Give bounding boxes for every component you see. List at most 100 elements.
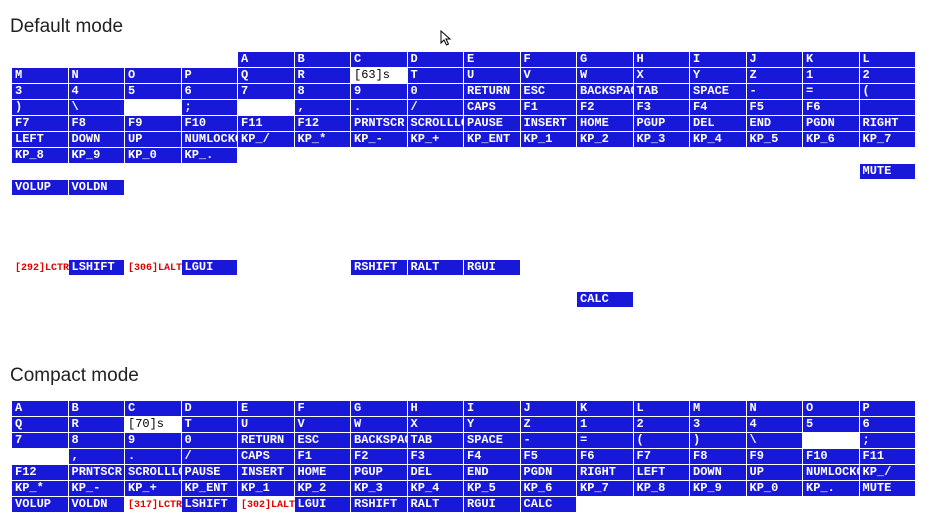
- keymap-cell: W: [351, 417, 408, 432]
- keymap-cell: B: [69, 401, 126, 416]
- keymap-cell: [408, 228, 465, 243]
- keymap-cell: [521, 276, 578, 291]
- keymap-cell: [238, 100, 295, 115]
- keymap-cell: 9: [351, 84, 408, 99]
- keymap-cell: [69, 292, 126, 307]
- keymap-cell: INSERT: [521, 116, 578, 131]
- keymap-cell: F5: [521, 449, 578, 464]
- keymap-cell: /: [182, 449, 239, 464]
- keymap-cell: DOWN: [690, 465, 747, 480]
- keymap-cell: [70]s: [125, 417, 182, 432]
- keymap-cell: [295, 228, 352, 243]
- keymap-cell: [238, 276, 295, 291]
- keymap-cell: CALC: [521, 497, 578, 512]
- keymap-cell: KP_ENT: [464, 132, 521, 147]
- keymap-cell: Y: [690, 68, 747, 83]
- keymap-cell: \: [69, 100, 126, 115]
- keymap-cell: [182, 196, 239, 211]
- keymap-cell: [464, 180, 521, 195]
- keymap-cell: VOLUP: [12, 180, 69, 195]
- keymap-cell: [521, 292, 578, 307]
- keymap-cell: O: [125, 68, 182, 83]
- keymap-cell: C: [351, 52, 408, 67]
- keymap-cell: 7: [238, 84, 295, 99]
- keymap-cell: KP_8: [12, 148, 69, 163]
- keymap-cell: N: [69, 68, 126, 83]
- keymap-cell: [464, 292, 521, 307]
- keymap-cell: MUTE: [860, 164, 917, 179]
- keymap-cell: KP_4: [690, 132, 747, 147]
- keymap-cell: D: [408, 52, 465, 67]
- default-mode-heading: Default mode: [10, 16, 925, 38]
- keymap-cell: KP_/: [860, 465, 917, 480]
- keymap-cell: [125, 52, 182, 67]
- keymap-cell: [690, 244, 747, 259]
- keymap-cell: K: [803, 52, 860, 67]
- keymap-cell: F6: [803, 100, 860, 115]
- keymap-cell: [521, 180, 578, 195]
- keymap-cell: SPACE: [464, 433, 521, 448]
- keymap-cell: L: [860, 52, 917, 67]
- keymap-cell: V: [295, 417, 352, 432]
- keymap-cell: N: [747, 401, 804, 416]
- keymap-cell: [634, 212, 691, 227]
- keymap-cell: =: [803, 84, 860, 99]
- keymap-cell: [295, 212, 352, 227]
- keymap-cell: F3: [634, 100, 691, 115]
- keymap-cell: NUMLOCKC: [182, 132, 239, 147]
- keymap-cell: [182, 244, 239, 259]
- keymap-cell: F1: [295, 449, 352, 464]
- keymap-cell: [408, 164, 465, 179]
- keymap-cell: NUMLOCKC: [803, 465, 860, 480]
- keymap-cell: LGUI: [295, 497, 352, 512]
- keymap-cell: 2: [860, 68, 917, 83]
- keymap-cell: [182, 212, 239, 227]
- keymap-cell: R: [69, 417, 126, 432]
- keymap-cell: KP_1: [238, 481, 295, 496]
- keymap-cell: F8: [69, 116, 126, 131]
- keymap-cell: PGDN: [803, 116, 860, 131]
- keymap-cell: ESC: [521, 84, 578, 99]
- keymap-cell: END: [464, 465, 521, 480]
- keymap-cell: [295, 180, 352, 195]
- keymap-cell: .: [351, 100, 408, 115]
- keymap-cell: [803, 164, 860, 179]
- keymap-cell: TAB: [634, 84, 691, 99]
- keymap-cell: C: [125, 401, 182, 416]
- keymap-cell: MUTE: [860, 481, 917, 496]
- keymap-cell: R: [295, 68, 352, 83]
- keymap-cell: F9: [125, 116, 182, 131]
- keymap-cell: LGUI: [182, 260, 239, 275]
- keymap-cell: [182, 164, 239, 179]
- keymap-cell: G: [577, 52, 634, 67]
- keymap-cell: [634, 497, 691, 512]
- keymap-cell: CALC: [577, 292, 634, 307]
- keymap-cell: [577, 260, 634, 275]
- keymap-cell: E: [464, 52, 521, 67]
- keymap-cell: ): [12, 100, 69, 115]
- keymap-cell: RETURN: [464, 84, 521, 99]
- keymap-cell: F6: [577, 449, 634, 464]
- keymap-cell: [295, 148, 352, 163]
- keymap-cell: A: [238, 52, 295, 67]
- keymap-cell: CAPS: [464, 100, 521, 115]
- keymap-cell: [408, 148, 465, 163]
- keymap-cell: [306]LALT: [125, 260, 182, 275]
- keymap-cell: [12, 244, 69, 259]
- keymap-cell: VOLUP: [12, 497, 69, 512]
- keymap-cell: F12: [12, 465, 69, 480]
- keymap-cell: [690, 292, 747, 307]
- keymap-cell: [690, 497, 747, 512]
- keymap-cell: [803, 180, 860, 195]
- keymap-cell: KP_.: [182, 148, 239, 163]
- keymap-cell: PRNTSCR: [69, 465, 126, 480]
- keymap-cell: [634, 276, 691, 291]
- keymap-cell: RIGHT: [577, 465, 634, 480]
- keymap-cell: INSERT: [238, 465, 295, 480]
- keymap-cell: KP_6: [521, 481, 578, 496]
- keymap-cell: RSHIFT: [351, 260, 408, 275]
- keymap-cell: [408, 196, 465, 211]
- keymap-cell: F10: [182, 116, 239, 131]
- keymap-cell: [690, 180, 747, 195]
- keymap-cell: VOLDN: [69, 497, 126, 512]
